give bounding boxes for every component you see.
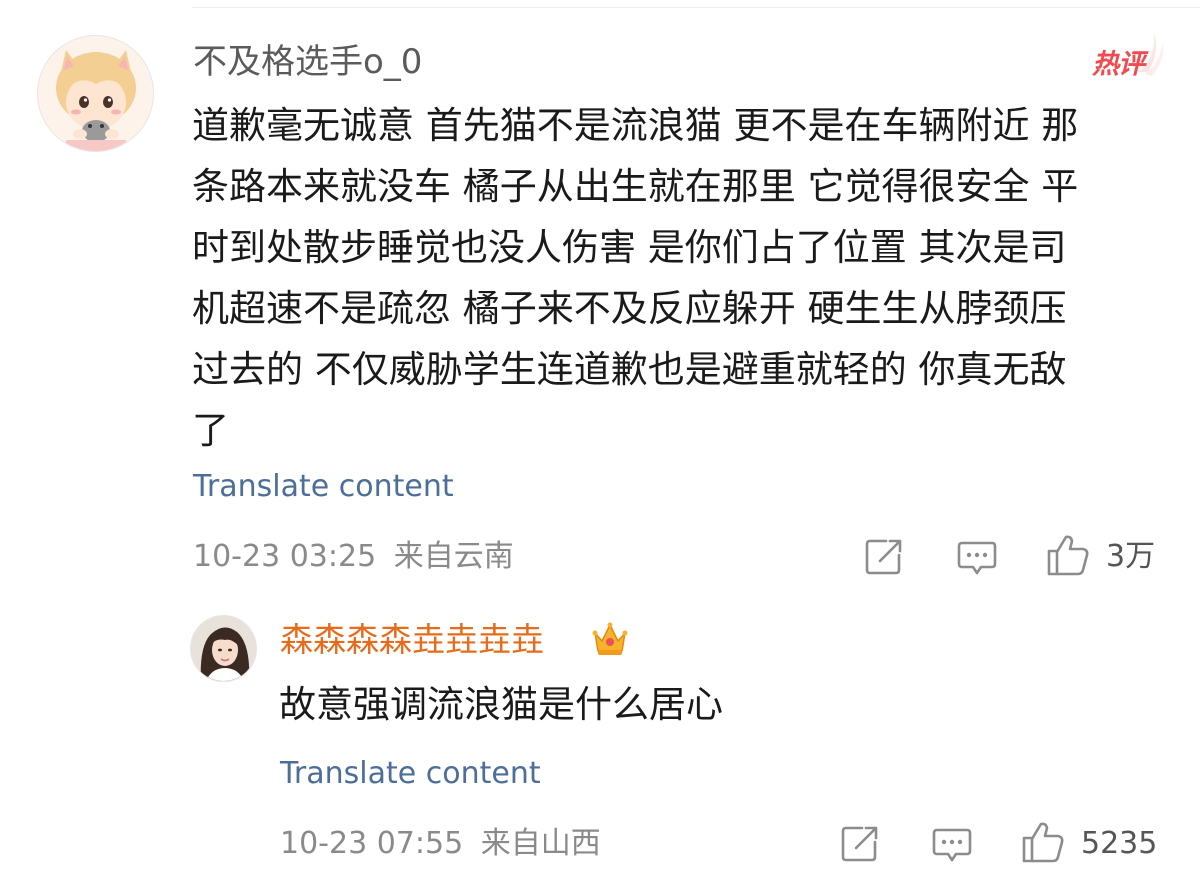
reply-meta: 10-23 07:55 来自山西 bbox=[280, 824, 601, 864]
share-icon[interactable] bbox=[840, 825, 880, 867]
reply-text: 故意强调流浪猫是什么居心 bbox=[279, 683, 723, 726]
like-icon[interactable] bbox=[1021, 820, 1065, 868]
comment-line: 道歉毫无诚意 首先猫不是流浪猫 更不是在车辆附近 那 bbox=[192, 104, 1079, 147]
comment-line: 条路本来就没车 橘子从出生就在那里 它觉得很安全 平 bbox=[192, 165, 1079, 208]
comment-icon[interactable] bbox=[957, 540, 997, 580]
reply-location: 来自山西 bbox=[480, 826, 601, 861]
comment-meta: 10-23 03:25 来自云南 bbox=[193, 537, 514, 577]
like-icon[interactable] bbox=[1046, 533, 1090, 581]
reply-translate-link[interactable]: Translate content bbox=[280, 754, 541, 794]
reply-username[interactable]: 森森森森垚垚垚垚 bbox=[280, 618, 544, 662]
comment-line: 过去的 不仅威胁学生连道歉也是避重就轻的 你真无敌 bbox=[192, 348, 1067, 391]
comment-icon[interactable] bbox=[932, 827, 972, 867]
reply-like-count: 5235 bbox=[1081, 826, 1158, 861]
hot-badge-label: 热评 bbox=[1092, 49, 1145, 80]
location: 来自云南 bbox=[393, 539, 514, 574]
comment-line: 机超速不是疏忽 橘子来不及反应躲开 硬生生从脖颈压 bbox=[192, 287, 1067, 330]
crown-icon bbox=[590, 619, 630, 659]
timestamp: 10-23 03:25 bbox=[193, 539, 377, 574]
share-icon[interactable] bbox=[864, 538, 904, 580]
reply-timestamp: 10-23 07:55 bbox=[280, 826, 464, 861]
avatar[interactable] bbox=[37, 35, 154, 152]
top-divider bbox=[192, 7, 1200, 8]
comment-text: 道歉毫无诚意 首先猫不是流浪猫 更不是在车辆附近 那 条路本来就没车 橘子从出生… bbox=[192, 95, 1167, 461]
comment-line: 时到处散步睡觉也没人伤害 是你们占了位置 其次是司 bbox=[192, 226, 1067, 269]
comment-line: 了 bbox=[192, 409, 229, 452]
like-count: 3万 bbox=[1106, 539, 1156, 574]
hot-comment-badge: 热评 bbox=[1086, 28, 1166, 80]
reply-avatar[interactable] bbox=[190, 615, 257, 682]
translate-link[interactable]: Translate content bbox=[193, 467, 454, 507]
username[interactable]: 不及格选手o_0 bbox=[193, 40, 422, 84]
